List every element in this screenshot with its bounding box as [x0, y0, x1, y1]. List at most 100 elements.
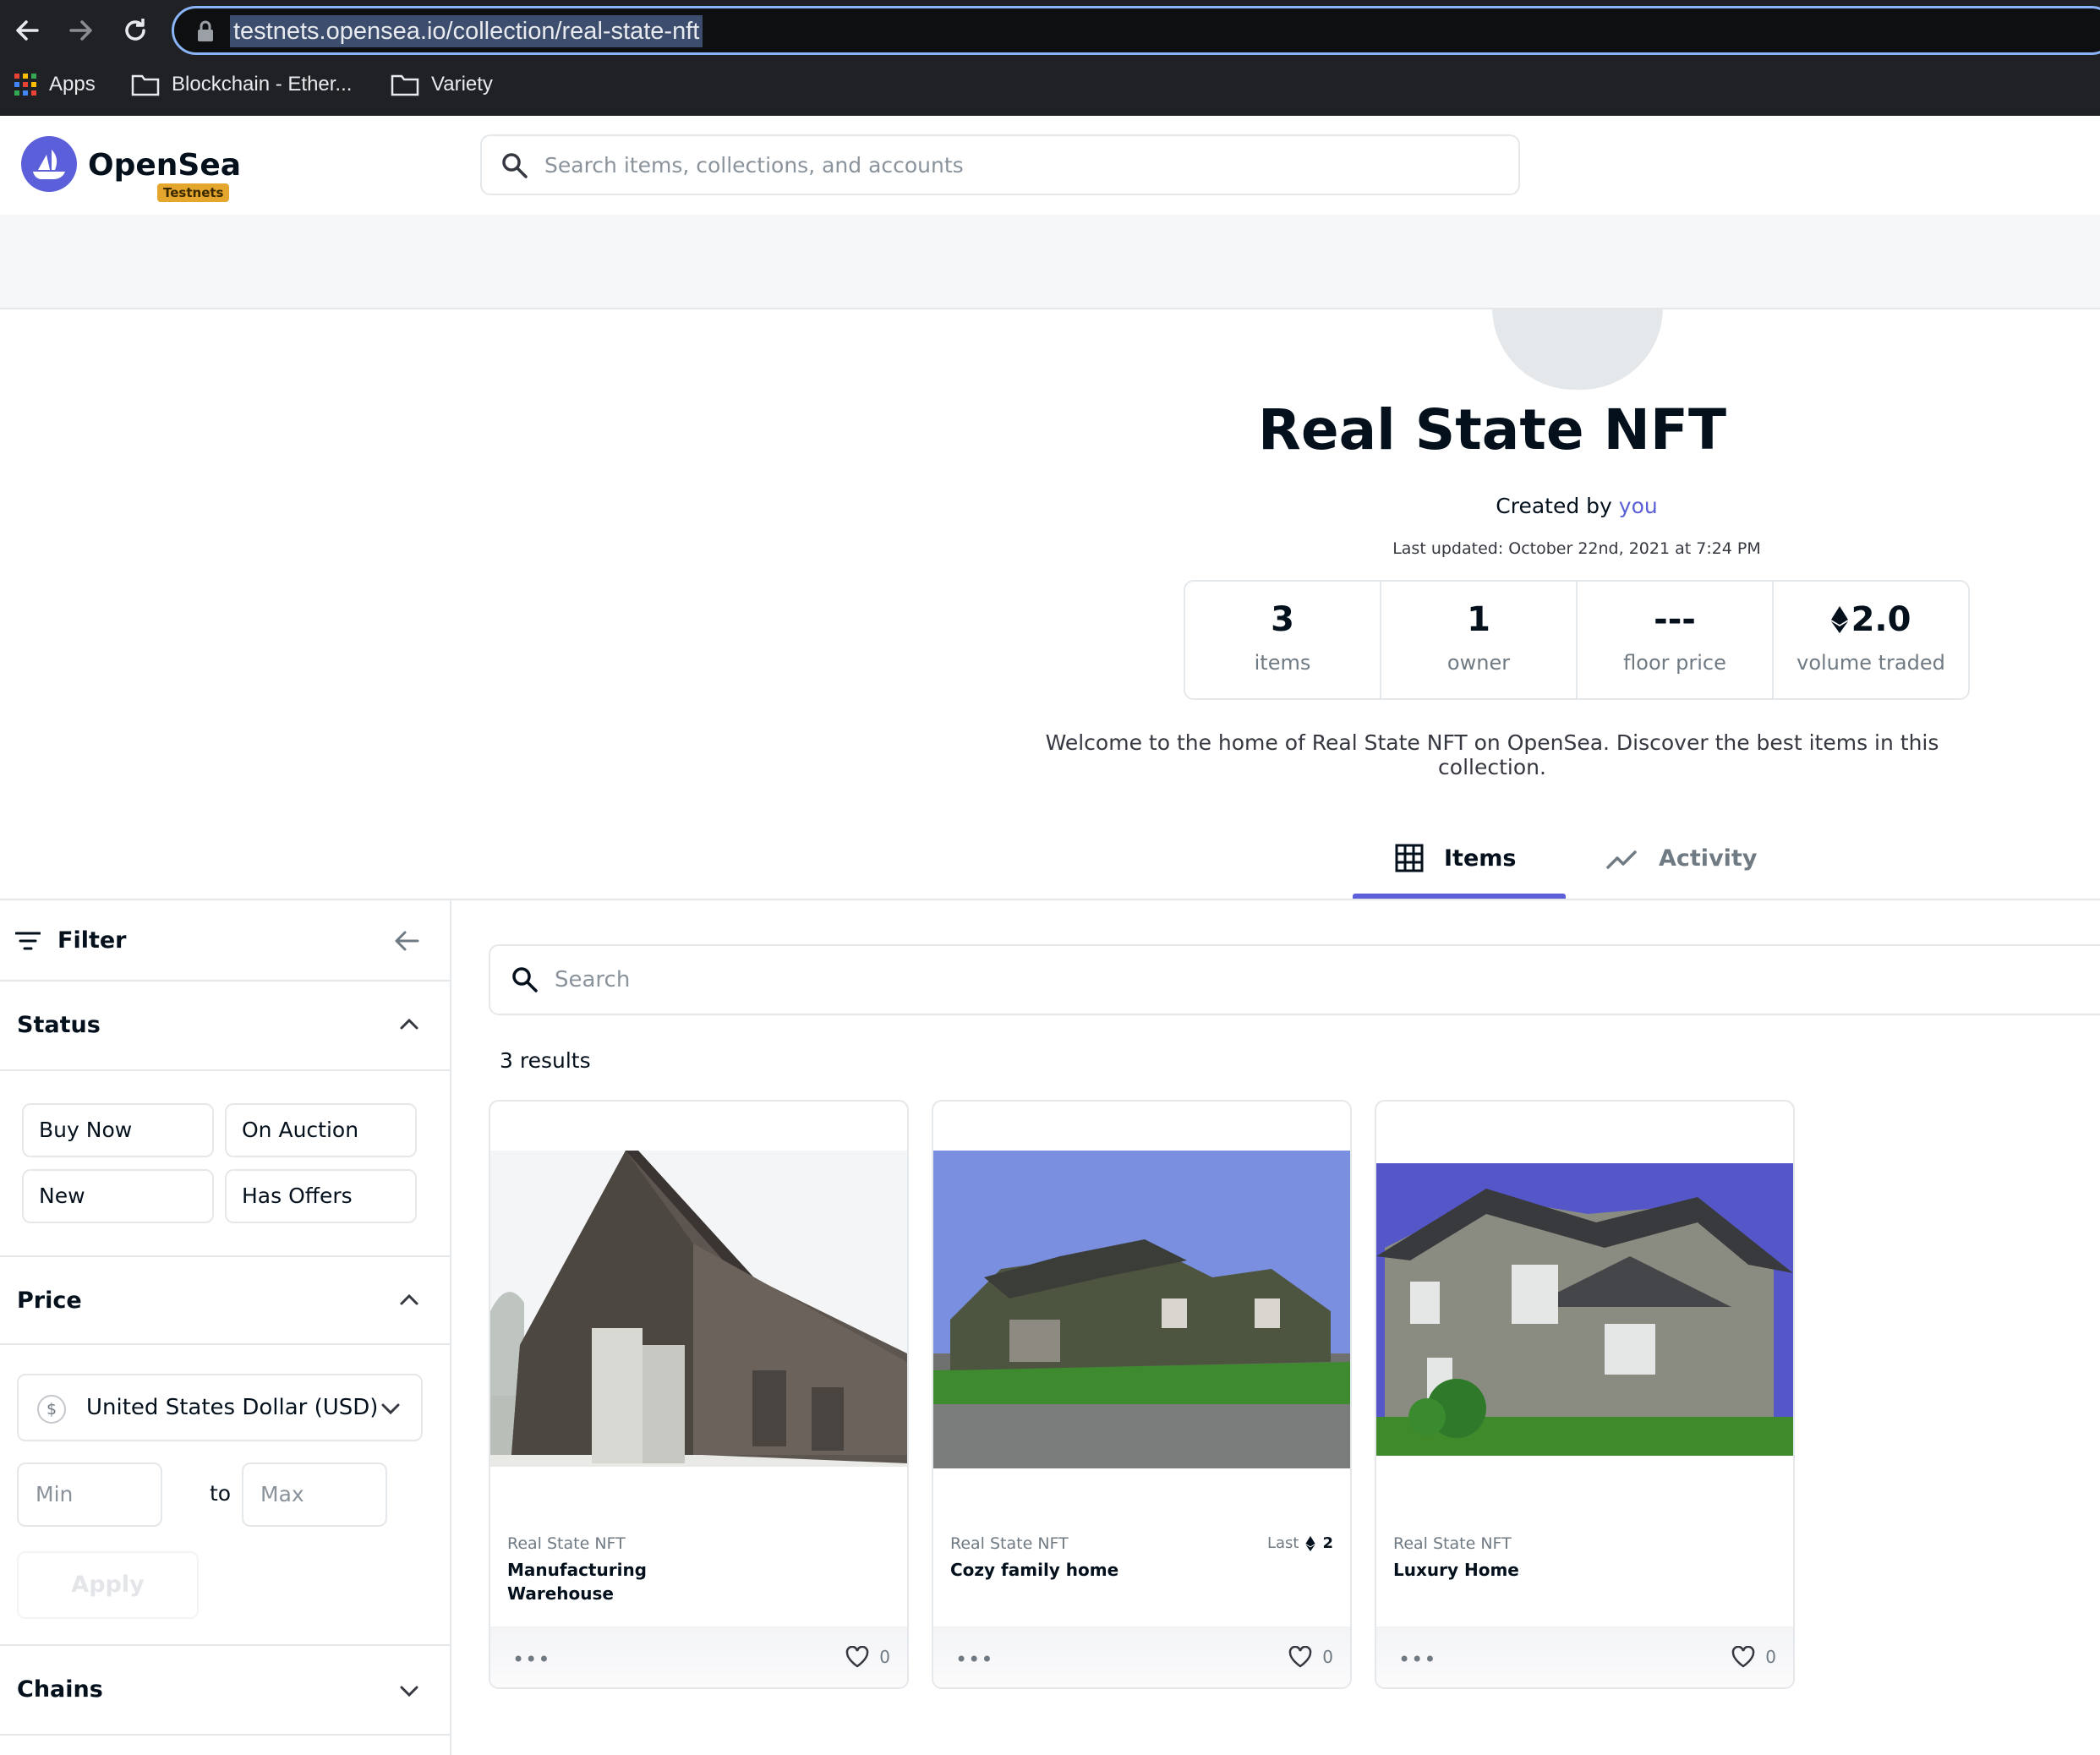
stat-value: ---: [1654, 600, 1696, 639]
address-bar[interactable]: testnets.opensea.io/collection/real-stat…: [172, 6, 2100, 55]
creator-link[interactable]: you: [1619, 494, 1658, 518]
collapse-arrow-icon[interactable]: [394, 929, 419, 953]
heart-icon: [1732, 1646, 1755, 1668]
search-placeholder: Search: [555, 967, 631, 992]
card-footer: ••• 0: [1376, 1627, 1793, 1687]
favorite-count: 0: [1765, 1647, 1776, 1667]
tab-label: Activity: [1659, 845, 1758, 872]
global-search-input[interactable]: Search items, collections, and accounts: [480, 134, 1520, 195]
folder-icon: [391, 73, 419, 96]
stat-value: 2.0: [1851, 600, 1911, 639]
collection-title: Real State NFT: [1258, 397, 1726, 462]
price-section-header[interactable]: Price: [0, 1255, 450, 1345]
stat-owners[interactable]: 1 owner: [1381, 582, 1578, 698]
item-image: [490, 1151, 907, 1467]
search-icon: [512, 967, 538, 992]
more-options-icon[interactable]: •••: [1398, 1648, 1436, 1671]
status-has-offers[interactable]: Has Offers: [225, 1169, 417, 1223]
bookmark-apps[interactable]: Apps: [14, 68, 96, 101]
item-collection: Real State NFT: [507, 1534, 626, 1553]
favorite-count: 0: [879, 1647, 890, 1667]
eth-icon: [1830, 606, 1848, 633]
forward-arrow-icon[interactable]: [63, 12, 100, 49]
brand-name[interactable]: OpenSea: [88, 148, 241, 183]
filter-label: Filter: [57, 927, 127, 954]
currency-label: United States Dollar (USD): [86, 1395, 379, 1420]
more-options-icon[interactable]: •••: [955, 1648, 993, 1671]
more-options-icon[interactable]: •••: [512, 1648, 550, 1671]
chevron-up-icon: [400, 1293, 418, 1305]
url-text[interactable]: testnets.opensea.io/collection/real-stat…: [230, 15, 703, 47]
stat-items[interactable]: 3 items: [1185, 582, 1381, 698]
stat-volume-traded[interactable]: 2.0 volume traded: [1774, 582, 1968, 698]
item-name: Luxury Home: [1393, 1560, 1519, 1580]
lock-icon: [198, 20, 213, 41]
item-name: Manufacturing Warehouse: [507, 1560, 647, 1604]
reload-icon[interactable]: [117, 12, 154, 49]
chevron-down-icon: [381, 1403, 400, 1415]
nft-card[interactable]: Real State NFT Last 2 Cozy family home •…: [932, 1100, 1352, 1689]
bookmark-label: Variety: [431, 73, 493, 96]
stat-value: 3: [1271, 600, 1294, 639]
activity-icon: [1606, 845, 1638, 871]
status-buy-now[interactable]: Buy Now: [22, 1103, 214, 1157]
filter-header[interactable]: Filter: [0, 900, 450, 981]
filter-icon: [15, 932, 41, 950]
opensea-logo-icon[interactable]: [21, 136, 77, 192]
bookmark-label: Blockchain - Ether...: [172, 73, 353, 96]
card-footer: ••• 0: [490, 1627, 907, 1687]
favorite-button[interactable]: 0: [845, 1646, 890, 1668]
nft-card[interactable]: Real State NFT Luxury Home ••• 0: [1375, 1100, 1795, 1689]
stat-floor-price[interactable]: --- floor price: [1578, 582, 1774, 698]
items-search-input[interactable]: Search: [489, 944, 2100, 1015]
status-on-auction[interactable]: On Auction: [225, 1103, 417, 1157]
apply-button[interactable]: Apply: [17, 1551, 199, 1619]
results-count: 3 results: [500, 1048, 591, 1073]
chevron-up-icon: [400, 1018, 418, 1030]
last-value: 2: [1322, 1534, 1333, 1552]
status-section-header[interactable]: Status: [0, 981, 450, 1071]
heart-icon: [1289, 1646, 1312, 1668]
item-image: [933, 1151, 1350, 1468]
back-arrow-icon[interactable]: [8, 12, 46, 49]
browser-chrome: testnets.opensea.io/collection/real-stat…: [0, 0, 2100, 116]
to-label: to: [210, 1481, 232, 1506]
price-max-input[interactable]: Max: [242, 1462, 387, 1527]
bookmark-variety-folder[interactable]: Variety: [391, 68, 493, 101]
grid-icon: [1395, 844, 1424, 872]
last-label: Last: [1266, 1534, 1299, 1552]
tab-label: Items: [1444, 845, 1517, 872]
collection-description: Welcome to the home of Real State NFT on…: [1045, 730, 1939, 779]
card-footer: ••• 0: [933, 1627, 1350, 1687]
collection-avatar: [1492, 308, 1663, 390]
dollar-icon: $: [37, 1395, 66, 1424]
eth-icon: [1305, 1535, 1316, 1551]
last-updated: Last updated: October 22nd, 2021 at 7:24…: [1392, 539, 1761, 558]
chains-section-header[interactable]: Chains: [0, 1644, 450, 1736]
tab-activity[interactable]: Activity: [1606, 837, 1757, 879]
status-title: Status: [17, 1012, 101, 1038]
stat-value: 1: [1467, 600, 1490, 639]
stat-label: volume traded: [1796, 651, 1945, 675]
chains-title: Chains: [17, 1676, 103, 1703]
collection-stats: 3 items 1 owner --- floor price 2.0 volu…: [1184, 580, 1970, 700]
site-header: OpenSea Testnets Search items, collectio…: [0, 116, 2100, 215]
favorite-count: 0: [1322, 1647, 1333, 1667]
nft-card[interactable]: Real State NFT Manufacturing Warehouse •…: [489, 1100, 909, 1689]
status-new[interactable]: New: [22, 1169, 214, 1223]
favorite-button[interactable]: 0: [1731, 1646, 1776, 1668]
item-image: [1376, 1163, 1793, 1456]
bookmark-blockchain-folder[interactable]: Blockchain - Ether...: [131, 68, 352, 101]
price-min-input[interactable]: Min: [17, 1462, 162, 1527]
heart-icon: [846, 1646, 869, 1668]
tab-items[interactable]: Items: [1395, 837, 1516, 879]
item-name: Cozy family home: [950, 1560, 1119, 1580]
testnets-badge: Testnets: [157, 183, 230, 202]
stat-label: items: [1254, 651, 1311, 675]
currency-select[interactable]: $ United States Dollar (USD): [17, 1374, 423, 1441]
stat-label: owner: [1446, 651, 1511, 675]
last-sale-price: Last 2: [1267, 1534, 1333, 1552]
favorite-button[interactable]: 0: [1288, 1646, 1333, 1668]
chevron-down-icon: [400, 1686, 418, 1698]
search-icon: [502, 153, 528, 178]
